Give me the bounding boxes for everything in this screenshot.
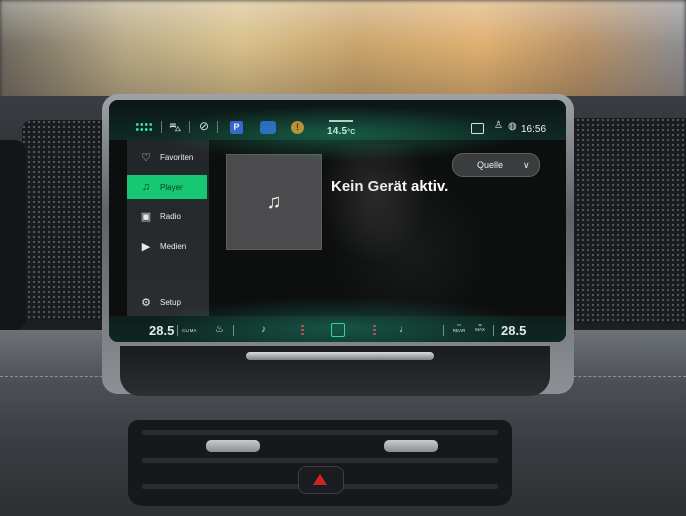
- car-icon[interactable]: ⛍: [169, 120, 181, 136]
- warning-icon[interactable]: !: [291, 121, 304, 134]
- seat-icon-left[interactable]: ♪: [261, 324, 266, 335]
- speaker-grille-right: [566, 118, 686, 324]
- album-art-placeholder: ♫: [226, 154, 322, 250]
- gear-icon: ⚙: [141, 296, 151, 309]
- rear-defrost-button[interactable]: ▭ REAR: [451, 322, 467, 333]
- temperature-indicator-line: [329, 120, 353, 122]
- passenger-temperature[interactable]: 28.5: [501, 323, 526, 338]
- connectivity-icon[interactable]: ◍: [508, 121, 517, 132]
- max-label: MAX: [475, 327, 485, 332]
- clock: 16:56: [521, 124, 547, 135]
- player-status-message: Kein Gerät aktiv.: [331, 178, 449, 195]
- status-divider: [189, 121, 190, 133]
- sidebar-item-medien[interactable]: ▶ Medien: [127, 234, 209, 258]
- clima-button[interactable]: CLIMA: [182, 328, 197, 333]
- sidebar-item-label: Radio: [160, 211, 181, 221]
- climate-divider: [443, 325, 444, 336]
- source-select-button[interactable]: Quelle ∨: [452, 153, 540, 177]
- rear-label: REAR: [452, 328, 466, 333]
- apps-grid-icon[interactable]: [135, 122, 153, 132]
- infotainment-screen: ⛍ ⊘ P ! 14.5°C ♙ ◍ 16:56 ♡ Favoriten ♫ P…: [109, 100, 566, 342]
- play-circle-icon: ▶: [141, 240, 151, 253]
- outside-temp-unit: °C: [347, 129, 356, 136]
- vent-slat: [142, 430, 498, 435]
- steering-column-edge: [0, 140, 26, 330]
- parking-icon[interactable]: P: [230, 121, 243, 134]
- music-note-icon: ♫: [141, 181, 151, 193]
- vent-slat: [142, 458, 498, 463]
- profile-icon[interactable]: ♙: [494, 120, 503, 131]
- sidebar-item-label: Setup: [160, 297, 181, 307]
- vent-knob-right[interactable]: [384, 440, 438, 452]
- heat-level-indicator-right: [373, 325, 376, 337]
- status-bar: ⛍ ⊘ P ! 14.5°C ♙ ◍ 16:56: [109, 100, 566, 140]
- status-divider: [161, 121, 162, 133]
- radio-icon: ▣: [140, 210, 152, 223]
- sidebar-item-label: Favoriten: [160, 152, 194, 162]
- sidebar-item-radio[interactable]: ▣ Radio: [127, 204, 209, 228]
- message-icon[interactable]: [471, 123, 484, 134]
- climate-divider: [177, 325, 178, 336]
- auto-hold-icon[interactable]: [260, 121, 276, 134]
- screen-reflection: [319, 144, 429, 264]
- media-sidebar: ♡ Favoriten ♫ Player ▣ Radio ▶ Medien ⚙ …: [127, 140, 209, 320]
- seat-heat-driver-icon[interactable]: ♨: [215, 324, 224, 335]
- sidebar-item-label: Player: [160, 182, 183, 192]
- chevron-down-icon: ∨: [523, 159, 530, 170]
- max-defrost-button[interactable]: ⌓ MAX: [472, 322, 488, 332]
- assist-off-icon[interactable]: ⊘: [199, 119, 209, 133]
- vent-knob-left[interactable]: [206, 440, 260, 452]
- sidebar-item-setup[interactable]: ⚙ Setup: [127, 290, 209, 314]
- speaker-grille-left: [22, 120, 112, 320]
- sidebar-item-label: Medien: [160, 241, 187, 251]
- status-divider: [217, 121, 218, 133]
- sidebar-item-favoriten[interactable]: ♡ Favoriten: [127, 145, 209, 169]
- hazard-triangle-icon: [313, 474, 327, 485]
- chrome-trim: [246, 352, 434, 360]
- source-button-label: Quelle: [477, 160, 504, 170]
- climate-divider: [233, 325, 234, 336]
- heat-level-indicator-left: [301, 325, 304, 337]
- music-note-icon: ♫: [266, 190, 282, 213]
- outside-temperature: 14.5°C: [327, 126, 356, 137]
- outside-temp-value: 14.5: [327, 126, 348, 137]
- climate-bar: 28.5 CLIMA ♨ ♪ ♩ ▭ REAR ⌓ MAX 28.5: [109, 316, 566, 342]
- driver-temperature[interactable]: 28.5: [149, 323, 174, 338]
- climate-divider: [493, 325, 494, 336]
- heart-icon: ♡: [141, 151, 151, 164]
- climate-menu-icon[interactable]: [331, 323, 345, 337]
- sidebar-item-player[interactable]: ♫ Player: [127, 175, 207, 199]
- seat-icon-right[interactable]: ♩: [399, 324, 409, 335]
